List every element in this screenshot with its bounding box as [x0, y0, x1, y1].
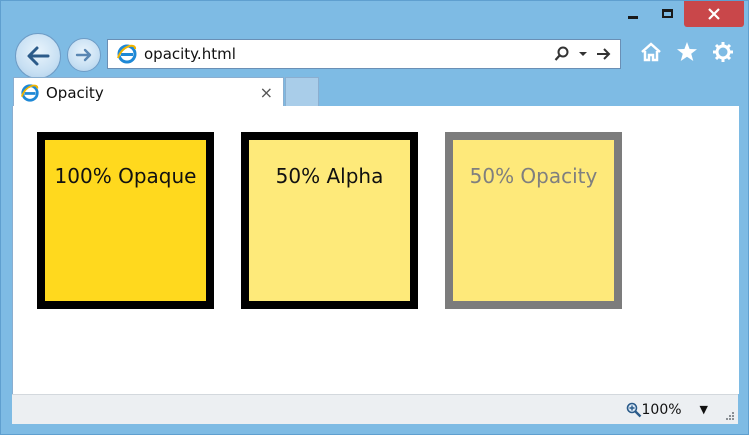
tab-title: Opacity — [46, 83, 104, 102]
resize-grip-icon[interactable] — [724, 410, 734, 420]
forward-button[interactable] — [67, 38, 101, 72]
alpha-box-label: 50% Alpha — [275, 164, 384, 188]
alpha-box: 50% Alpha — [241, 132, 418, 309]
maximize-icon — [661, 8, 673, 18]
back-button[interactable] — [15, 33, 61, 79]
chevron-down-icon[interactable] — [578, 50, 588, 58]
new-tab-button[interactable] — [285, 77, 319, 106]
zoom-dropdown-icon[interactable]: ▼ — [700, 403, 708, 416]
zoom-magnifier-icon — [626, 402, 641, 417]
address-bar[interactable]: opacity.html — [107, 39, 621, 69]
favorites-star-icon — [677, 42, 697, 61]
minimize-button[interactable] — [616, 1, 650, 25]
address-tools — [554, 46, 612, 62]
caption-buttons — [616, 1, 744, 31]
command-icons — [639, 39, 735, 65]
favorites-button[interactable] — [675, 39, 699, 65]
search-icon[interactable] — [554, 46, 570, 62]
opacity-box: 50% Opacity — [445, 132, 622, 309]
address-url[interactable]: opacity.html — [144, 45, 236, 63]
minimize-icon — [628, 15, 638, 19]
ie-logo-icon — [117, 44, 137, 64]
maximize-button[interactable] — [650, 1, 684, 25]
tab-opacity[interactable]: Opacity × — [13, 77, 284, 107]
ie-logo-icon — [20, 83, 39, 102]
home-button[interactable] — [639, 39, 663, 65]
status-bar: 100% ▼ — [12, 394, 738, 424]
close-button[interactable] — [684, 1, 744, 27]
opaque-box-label: 100% Opaque — [54, 164, 197, 188]
zoom-control[interactable]: 100% ▼ — [626, 401, 708, 418]
opacity-box-label: 50% Opacity — [469, 164, 598, 188]
tab-close-button[interactable]: × — [260, 83, 273, 102]
forward-arrow-icon — [75, 48, 92, 62]
page-viewport: 100% Opaque 50% Alpha 50% Opacity — [12, 106, 739, 394]
home-icon — [641, 42, 661, 62]
settings-gear-icon — [713, 42, 733, 62]
close-icon — [708, 8, 720, 20]
settings-button[interactable] — [711, 39, 735, 65]
zoom-level: 100% — [641, 401, 682, 418]
go-arrow-icon[interactable] — [596, 47, 612, 61]
opaque-box: 100% Opaque — [37, 132, 214, 309]
back-arrow-icon — [27, 46, 50, 66]
browser-window: opacity.html Opacity × 100% Opaque 50% A… — [0, 0, 749, 435]
